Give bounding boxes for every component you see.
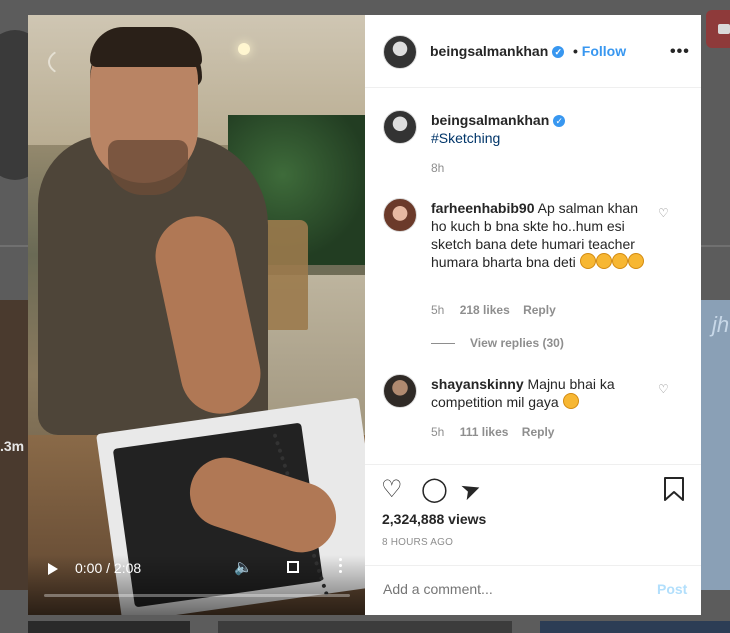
comment-icon[interactable]: ◯ [421,475,448,504]
post-modal: 0:00 / 2:08 🔈 beingsalmankhan ✓ • Follow … [28,15,701,615]
video-progress-bar[interactable] [44,594,350,597]
post-timestamp: 8 HOURS AGO [382,537,454,548]
background-count: .3m [0,438,25,454]
laughing-emoji-icon [579,253,596,269]
comments-list[interactable]: beingsalmankhan ✓ #Sketching 8h farheenha… [365,88,701,463]
comment-author[interactable]: shayanskinny [431,376,524,392]
bookmark-icon[interactable] [663,477,685,508]
share-icon[interactable]: ➤ [457,473,486,507]
video-player[interactable]: 0:00 / 2:08 🔈 [28,15,365,615]
background-thumbnail[interactable] [218,621,512,633]
post-author-name[interactable]: beingsalmankhan [430,43,548,59]
add-comment-bar: Post [365,565,701,616]
follow-separator: • [573,43,578,59]
caption-author[interactable]: beingsalmankhan [431,112,549,128]
volume-icon[interactable]: 🔈 [234,558,253,576]
view-replies-line [431,343,455,344]
reply-button[interactable]: Reply [523,303,556,317]
follow-button[interactable]: • Follow [573,43,626,59]
crying-laughing-emoji-icon [562,393,579,409]
background-text: jh [712,312,730,337]
comment-meta: 5h 111 likes Reply [431,425,554,439]
video-time: 0:00 / 2:08 [75,560,142,576]
post-author[interactable]: beingsalmankhan ✓ [430,43,565,59]
reply-button[interactable]: Reply [522,425,555,439]
video-more-icon[interactable] [339,558,343,576]
comment-likes[interactable]: 218 likes [460,303,510,317]
comment-age: 5h [431,425,445,439]
avatar[interactable] [383,110,417,144]
more-icon[interactable]: ••• [670,43,690,61]
laughing-emoji-icon [611,253,628,269]
background-thumbnail[interactable] [28,621,190,633]
avatar[interactable] [383,374,417,408]
list-item: farheenhabib90 Ap salman khan ho kuch b … [431,199,646,271]
follow-label[interactable]: Follow [582,43,626,59]
video-frame-lamp [238,43,250,55]
background-thumbnail[interactable] [701,300,730,590]
heart-icon[interactable]: ♡ [381,475,403,504]
avatar[interactable] [383,35,417,69]
comment-meta: 5h 218 likes Reply [431,303,556,317]
view-replies-button[interactable]: View replies (30) [470,336,564,350]
caption-hashtag[interactable]: #Sketching [431,130,500,146]
comment-like-icon[interactable]: ♡ [658,206,669,220]
post-button[interactable]: Post [657,581,687,597]
view-count[interactable]: 2,324,888 views [382,511,486,527]
laughing-emoji-icon [595,253,612,269]
post-header: beingsalmankhan ✓ • Follow ••• [365,15,701,88]
background-button[interactable] [706,10,730,48]
comment-author[interactable]: farheenhabib90 [431,200,534,216]
caption-age: 8h [431,161,445,175]
add-comment-input[interactable] [381,580,635,598]
laughing-emoji-icon [627,253,644,269]
video-frame-hair-top [90,27,202,67]
background-thumbnail[interactable] [540,621,730,633]
post-side-panel: beingsalmankhan ✓ • Follow ••• beingsalma… [365,15,701,615]
avatar[interactable] [383,198,417,232]
fullscreen-icon[interactable] [287,561,299,573]
caption: beingsalmankhan ✓ #Sketching [431,111,681,147]
verified-icon: ✓ [552,46,565,58]
verified-icon: ✓ [553,115,566,127]
comment-like-icon[interactable]: ♡ [658,382,669,396]
comment-age: 5h [431,303,445,317]
comment-likes[interactable]: 111 likes [460,425,509,439]
list-item: shayanskinny Majnu bhai ka competition m… [431,375,641,411]
play-icon[interactable] [48,563,58,575]
